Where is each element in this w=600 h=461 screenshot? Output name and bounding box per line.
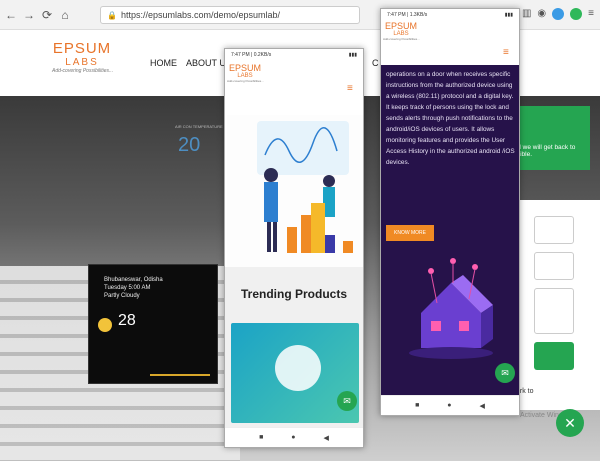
phone-nav-bar: ■ ● ◀ (225, 427, 363, 447)
form-input-email[interactable] (534, 252, 574, 280)
menu-home[interactable]: HOME (150, 58, 177, 68)
lock-icon: 🔒 (107, 10, 117, 20)
logo-line1: EPSUM (52, 40, 112, 57)
status-time: 7:47 PM | 1.3KB/s (387, 12, 428, 18)
home-circle-icon[interactable]: ● (291, 434, 295, 441)
whatsapp-chat-button[interactable]: ✕ (556, 409, 584, 437)
whatsapp-chat-icon[interactable]: ✉ (495, 363, 515, 383)
extension-icon[interactable] (552, 8, 565, 20)
weather-location: Bhubaneswar, Odisha (104, 277, 163, 283)
recents-icon[interactable]: ■ (259, 434, 263, 441)
analytics-illustration (227, 115, 363, 267)
phone-logo-tagline: Add-covering Possibilities... (383, 37, 420, 41)
weather-condition: Partly Cloudy (104, 293, 140, 299)
recents-icon[interactable]: ■ (415, 402, 419, 409)
signal-icon: ▮▮▮ (348, 52, 357, 58)
hamburger-menu-icon[interactable]: ≡ (347, 83, 353, 94)
product-description-section: operations on a door when receives speci… (381, 65, 519, 395)
back-triangle-icon[interactable]: ◀ (324, 434, 329, 442)
phone-nav-bar: ■ ● ◀ (381, 395, 519, 415)
weather-day: Tuesday 5:00 AM (104, 285, 151, 291)
phone-logo[interactable]: EPSUM LABS Add-covering Possibilities... (227, 63, 264, 83)
phone-logo-line1: EPSUM (228, 63, 261, 73)
phone-logo-line1: EPSUM (384, 21, 417, 31)
product-description: operations on a door when receives speci… (386, 71, 515, 166)
smart-house-illustration (409, 258, 493, 359)
section-title: Trending Products (240, 287, 347, 301)
contact-banner: and we will get back to ossible. (510, 106, 590, 170)
ad-number: 20 (178, 134, 201, 156)
phone-status-bar: 7:47 PM | 0.2KB/s ▮▮▮ (225, 49, 363, 61)
whatsapp-chat-icon[interactable]: ✉ (337, 391, 357, 411)
ad-small-text: AIR CON TEMPERATURE (175, 124, 223, 129)
weather-info: Bhubaneswar, Odisha Tuesday 5:00 AM Part… (104, 276, 163, 300)
know-more-button[interactable]: KNOW MORE (386, 225, 434, 241)
analytics-graphic (257, 121, 353, 253)
phone-logo-tagline: Add-covering Possibilities... (227, 79, 264, 83)
signal-icon: ▮▮▮ (504, 12, 513, 18)
reload-icon[interactable]: ⟳ (40, 8, 54, 22)
home-circle-icon[interactable]: ● (447, 402, 451, 409)
browser-extensions: ▥ ◉ ≡ (522, 8, 594, 20)
phone-mockup-1: 7:47 PM | 0.2KB/s ▮▮▮ EPSUM LABS Add-cov… (224, 48, 364, 448)
menu-item-partial[interactable]: C (372, 58, 379, 68)
phone-mockup-2: 7:47 PM | 1.3KB/s ▮▮▮ EPSUM LABS Add-cov… (380, 8, 520, 416)
extension-icon[interactable] (570, 8, 583, 20)
logo-tagline: Add-covering Possibilities... (52, 68, 114, 74)
logo-line2: LABS (65, 57, 99, 68)
menu-icon[interactable]: ≡ (588, 8, 594, 20)
phone-status-bar: 7:47 PM | 1.3KB/s ▮▮▮ (381, 9, 519, 21)
form-input-message[interactable] (534, 288, 574, 334)
sync-icon[interactable]: ◉ (537, 8, 546, 20)
phone-logo[interactable]: EPSUM LABS Add-covering Possibilities... (383, 21, 420, 41)
site-logo[interactable]: EPSUM LABS Add-covering Possibilities... (52, 40, 114, 74)
address-bar[interactable]: 🔒 https://epsumlabs.com/demo/epsumlab/ (100, 6, 360, 24)
sun-icon (98, 318, 112, 332)
back-triangle-icon[interactable]: ◀ (480, 402, 485, 410)
network-hub (275, 345, 321, 391)
back-arrow-icon[interactable]: ← (4, 8, 18, 22)
weather-chart (150, 346, 210, 376)
url-text: https://epsumlabs.com/demo/epsumlab/ (120, 10, 281, 20)
status-time: 7:47 PM | 0.2KB/s (231, 52, 272, 58)
home-icon[interactable]: ⌂ (58, 8, 72, 22)
forward-arrow-icon[interactable]: → (22, 8, 36, 22)
form-submit-button[interactable] (534, 342, 574, 370)
library-icon[interactable]: ▥ (522, 8, 531, 20)
form-input-name[interactable] (534, 216, 574, 244)
weather-temp: 28 (118, 312, 136, 329)
hamburger-menu-icon[interactable]: ≡ (503, 47, 509, 58)
